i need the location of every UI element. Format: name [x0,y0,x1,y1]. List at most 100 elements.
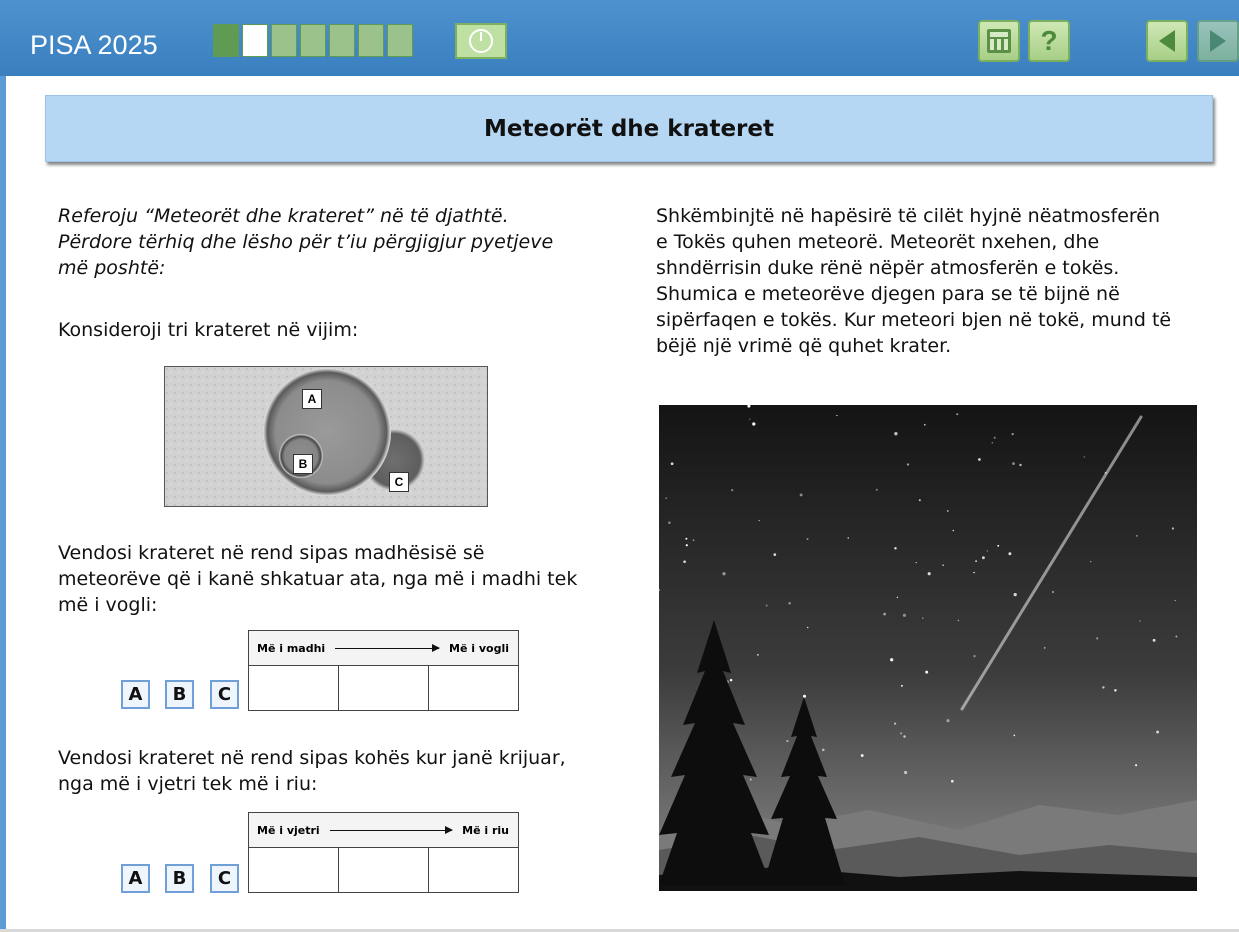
star [951,779,954,783]
star [1090,560,1092,563]
star [1083,456,1086,458]
star [942,564,944,566]
top-toolbar: PISA 2025 ? [0,0,1239,76]
star [925,670,929,674]
star [894,722,897,725]
crater-image: A B C [164,366,488,507]
progress-step [387,24,413,57]
crater-label-a: A [302,389,322,409]
star [1043,647,1046,649]
unit-title: Meteorët dhe krateret [484,115,774,142]
clock-icon [469,29,493,53]
question-line: më i vogli: [58,594,158,616]
drag-option-a[interactable]: A [121,864,150,893]
drag-option-c[interactable]: C [210,680,239,709]
star [806,538,809,540]
star [952,529,955,532]
star [1011,432,1014,436]
meteor-streak [960,415,1143,711]
order-header: Më i madhi Më i vogli [248,630,519,666]
star [806,626,809,629]
star [946,510,949,512]
arrow-right-icon [329,825,454,834]
star [749,778,752,781]
star [946,719,950,723]
order-table-size: Më i madhi Më i vogli [248,630,519,711]
star [1013,734,1016,737]
star [915,561,917,564]
star [956,413,959,416]
star [1008,552,1012,556]
drop-slot-2[interactable] [338,847,429,893]
star [773,553,777,556]
star [788,602,791,605]
star [799,493,803,497]
star [1139,620,1141,622]
crater-label-c: C [389,472,409,492]
calculator-button[interactable] [978,20,1020,62]
star [991,442,993,444]
star [973,655,976,658]
header-oldest: Më i vjetri [257,823,320,837]
star [1136,535,1138,537]
star [896,596,899,599]
star [1156,730,1160,734]
star [1052,591,1054,593]
header-smallest: Më i vogli [449,641,509,655]
star [902,613,906,617]
arrow-right-icon [335,643,440,652]
drop-slot-3[interactable] [428,847,519,893]
instruction-text: Referoju “Meteorët dhe krateret” në të d… [58,203,618,281]
star [927,572,931,576]
header-largest: Më i madhi [257,641,326,655]
star [903,735,906,738]
star [904,770,908,775]
star [659,589,661,592]
star [1174,599,1176,602]
progress-step [242,24,268,57]
star [875,488,878,491]
drag-option-b[interactable]: B [165,864,194,893]
star [981,556,985,560]
star [1019,463,1022,467]
stars [659,405,1178,783]
night-sky-illustration [659,405,1197,891]
night-sky-image [659,405,1197,891]
star [986,550,988,552]
paragraph-line: Shkëmbinjtë në hapësirë të cilët hyjnë n… [656,205,1161,227]
question-2-text: Vendosi krateret në rend sipas kohës kur… [58,745,618,797]
star [1135,764,1138,767]
star [722,572,726,576]
star [900,732,903,735]
unit-title-bar: Meteorët dhe krateret [45,95,1213,162]
star [747,405,751,408]
star [670,462,674,466]
progress-bar [213,24,416,57]
star [993,436,996,439]
drop-slot-3[interactable] [428,665,519,711]
star [729,678,733,682]
star [978,458,981,461]
drop-slot-1[interactable] [248,665,339,711]
drop-slot-1[interactable] [248,847,339,893]
star [683,560,686,564]
drag-option-c[interactable]: C [210,864,239,893]
timer-button[interactable] [455,23,507,59]
crater-label-b: B [293,454,313,474]
star [900,684,903,687]
star [1152,638,1156,642]
drop-slot-2[interactable] [338,665,429,711]
help-button[interactable]: ? [1028,20,1070,62]
previous-button[interactable] [1146,20,1188,62]
drag-option-a[interactable]: A [121,680,150,709]
star [860,754,864,757]
star [1114,689,1117,692]
order-header: Më i vjetri Më i riu [248,812,519,848]
star [752,422,756,426]
star [923,423,926,426]
question-line: meteorëve që i kanë shkatuar ata, nga më… [58,568,578,590]
next-button[interactable] [1197,20,1239,62]
star [922,617,924,619]
instruction-line: Referoju “Meteorët dhe krateret” në të d… [58,205,509,227]
drag-option-b[interactable]: B [165,680,194,709]
